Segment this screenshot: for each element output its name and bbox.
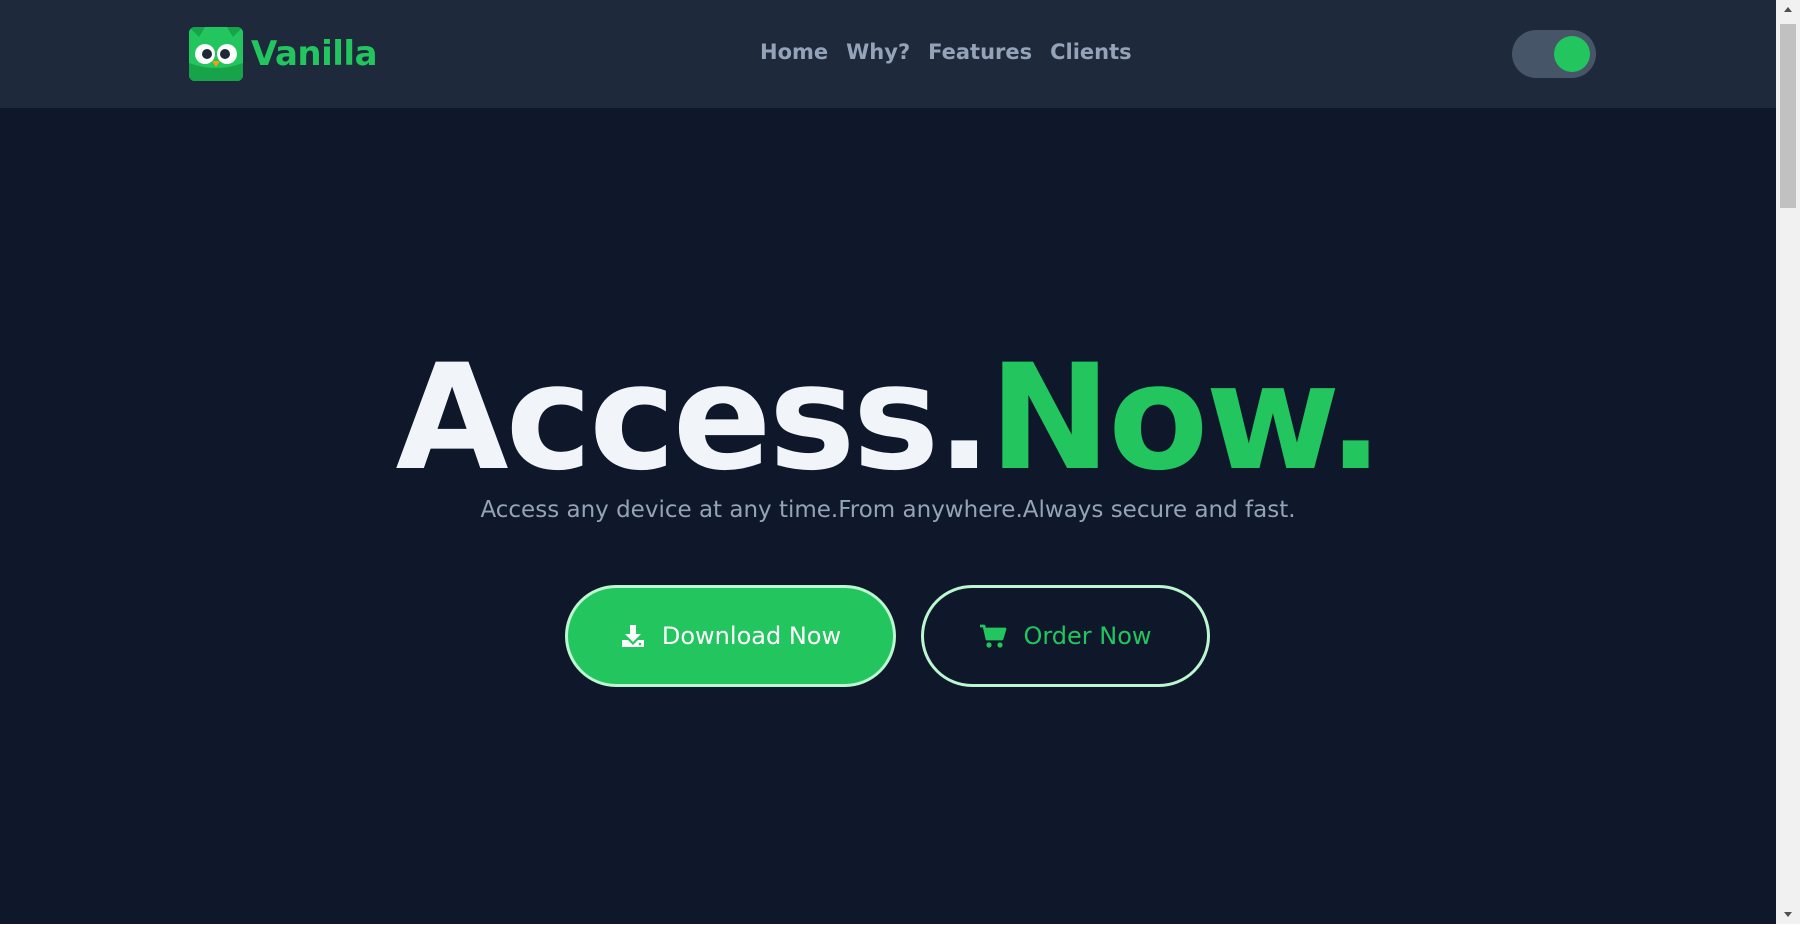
nav-item-clients[interactable]: Clients (1050, 40, 1132, 64)
toggle-knob (1554, 36, 1590, 72)
brand-name: Vanilla (251, 34, 378, 74)
theme-toggle[interactable] (1512, 30, 1596, 78)
nav-item-why[interactable]: Why? (846, 40, 910, 64)
scroll-up-arrow-icon[interactable] (1776, 0, 1800, 20)
cart-icon (979, 623, 1007, 649)
scrollbar-thumb[interactable] (1780, 24, 1796, 208)
owl-icon (189, 27, 243, 81)
hero-title: Access.Now. (0, 338, 1776, 498)
order-button[interactable]: Order Now (921, 585, 1210, 687)
nav-item-home[interactable]: Home (760, 40, 828, 64)
main-nav: Home Why? Features Clients (760, 40, 1132, 64)
brand-logo[interactable]: Vanilla (189, 27, 378, 81)
scroll-down-arrow-icon[interactable] (1776, 904, 1800, 924)
download-icon (620, 623, 646, 649)
site-header: Vanilla Home Why? Features Clients (0, 0, 1776, 108)
page-viewport: Vanilla Home Why? Features Clients Acces… (0, 0, 1776, 924)
download-button-label: Download Now (661, 622, 842, 650)
vertical-scrollbar[interactable] (1776, 0, 1800, 924)
order-button-label: Order Now (1023, 622, 1152, 650)
hero-subtitle: Access any device at any time.From anywh… (480, 497, 1296, 523)
hero-title-main: Access. (395, 333, 992, 503)
nav-item-features[interactable]: Features (928, 40, 1032, 64)
download-button[interactable]: Download Now (565, 585, 896, 687)
hero-title-accent: Now. (988, 333, 1383, 503)
